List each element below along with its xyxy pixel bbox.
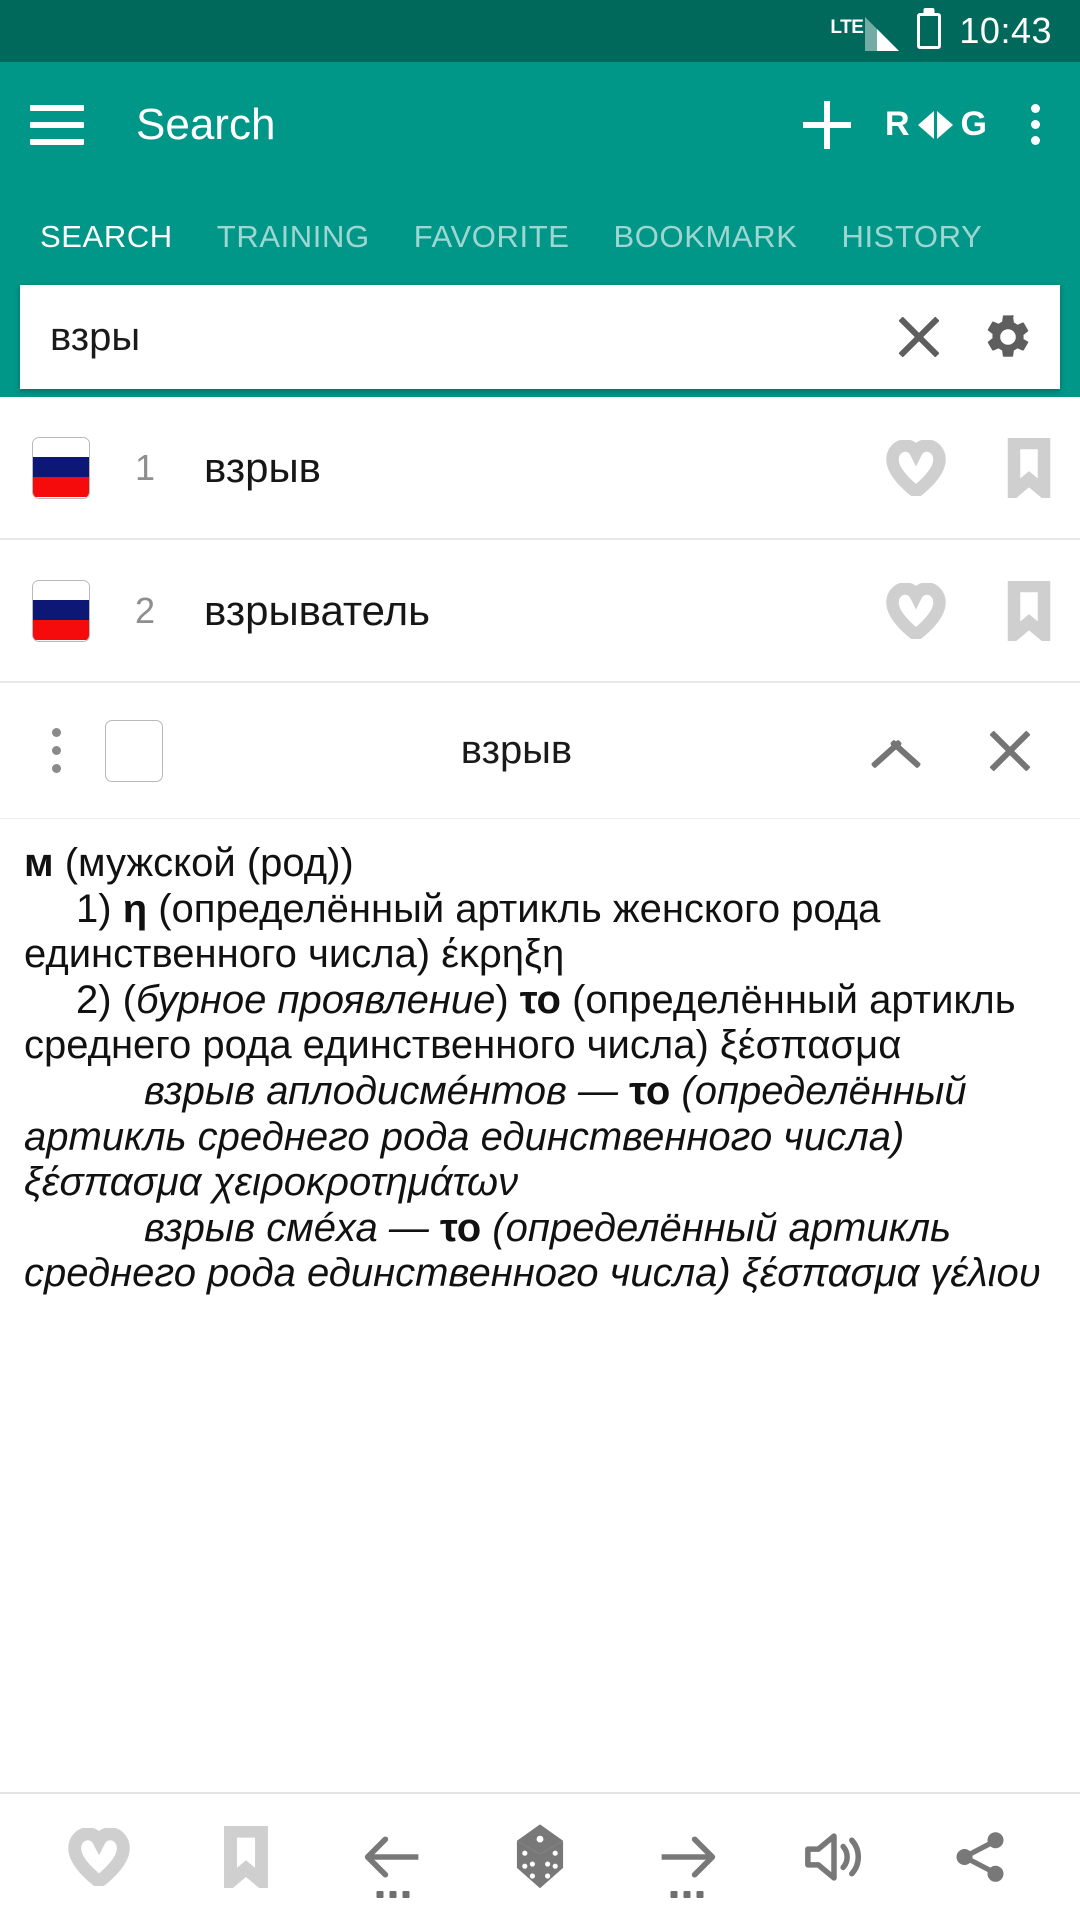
search-results-list: 1 взрыв 2 взрыватель bbox=[0, 397, 1080, 683]
sense-2-article: το bbox=[519, 977, 561, 1022]
plus-icon[interactable] bbox=[802, 100, 851, 149]
next-button[interactable] bbox=[632, 1802, 742, 1912]
clear-search-icon[interactable] bbox=[892, 310, 946, 364]
russia-flag-icon bbox=[105, 719, 163, 782]
arrow-right-icon bbox=[661, 1836, 715, 1878]
speaker-icon bbox=[804, 1833, 861, 1881]
heart-outline-icon[interactable] bbox=[886, 582, 946, 639]
table-row[interactable]: 2 взрыватель bbox=[0, 540, 1080, 683]
app-root: LTE ⚡ 10:43 Search R G SEARCH TRAINING F… bbox=[0, 0, 1080, 1920]
lang-to-label: G bbox=[960, 105, 987, 143]
share-button[interactable] bbox=[925, 1802, 1035, 1912]
detail-title: взрыв bbox=[460, 728, 573, 772]
bookmark-button[interactable] bbox=[191, 1802, 301, 1912]
vertical-dots-icon[interactable] bbox=[38, 722, 75, 779]
tab-bookmark[interactable]: BOOKMARK bbox=[592, 219, 820, 277]
heart-outline-icon[interactable] bbox=[886, 439, 946, 496]
bottom-toolbar bbox=[0, 1792, 1080, 1920]
close-icon[interactable] bbox=[984, 725, 1036, 777]
definition-body[interactable]: м (мужской (род)) 1) η (определённый арт… bbox=[0, 819, 1080, 1792]
arrow-left-icon bbox=[364, 1836, 419, 1878]
tab-search[interactable]: SEARCH bbox=[18, 219, 195, 277]
lang-from-label: R bbox=[884, 105, 910, 143]
overflow-menu-icon[interactable] bbox=[1021, 100, 1050, 149]
hamburger-menu-icon[interactable] bbox=[30, 104, 84, 145]
gear-icon[interactable] bbox=[982, 311, 1034, 363]
search-zone bbox=[0, 277, 1080, 397]
example-2-article: το bbox=[439, 1205, 482, 1250]
detail-header: взрыв bbox=[0, 683, 1080, 819]
tab-favorite[interactable]: FAVORITE bbox=[392, 219, 592, 277]
clock-label: 10:43 bbox=[959, 10, 1052, 51]
swap-direction-icon bbox=[917, 110, 953, 139]
network-type-label: LTE bbox=[830, 17, 864, 38]
row-index: 2 bbox=[134, 589, 156, 631]
row-word: взрыватель bbox=[204, 586, 431, 634]
definition-pos-line: м (мужской (род)) bbox=[24, 841, 1052, 887]
definition-sense-2: 2) (бурное проявление) το (определённый … bbox=[24, 978, 1052, 1069]
tab-bar: SEARCH TRAINING FAVORITE BOOKMARK HISTOR… bbox=[0, 187, 1080, 277]
bookmark-outline-icon bbox=[224, 1826, 269, 1888]
pos-expansion: (мужской (род)) bbox=[53, 841, 354, 885]
sense-2-gloss: бурное проявление bbox=[136, 977, 496, 1022]
chevron-up-icon[interactable] bbox=[870, 725, 922, 777]
table-row[interactable]: 1 взрыв bbox=[0, 397, 1080, 540]
example-2-phrase: взрыв смéха — bbox=[144, 1205, 440, 1250]
search-box bbox=[20, 285, 1060, 389]
sense-1-text: 1) bbox=[76, 886, 123, 931]
tab-training[interactable]: TRAINING bbox=[195, 219, 392, 277]
row-word: взрыв bbox=[204, 443, 321, 491]
bookmark-outline-icon[interactable] bbox=[1006, 580, 1052, 641]
app-bar: Search R G bbox=[0, 62, 1080, 187]
row-index: 1 bbox=[134, 446, 156, 488]
example-1-phrase: взрыв аплодисмéнтов — bbox=[144, 1068, 630, 1113]
dice-icon bbox=[516, 1824, 564, 1889]
more-dots-icon bbox=[670, 1891, 704, 1898]
tab-history[interactable]: HISTORY bbox=[819, 219, 1004, 277]
definition-example-1: взрыв аплодисмéнтов — το (определённый а… bbox=[24, 1069, 1052, 1206]
definition-example-2: взрыв смéха — το (определённый артикль с… bbox=[24, 1206, 1052, 1297]
share-icon bbox=[956, 1832, 1004, 1882]
russia-flag-icon bbox=[32, 579, 90, 642]
previous-button[interactable] bbox=[338, 1802, 448, 1912]
language-direction-switch[interactable]: R G bbox=[885, 105, 987, 144]
heart-outline-icon bbox=[68, 1828, 131, 1886]
battery-charging-icon: ⚡ bbox=[917, 13, 942, 49]
random-button[interactable] bbox=[485, 1802, 595, 1912]
russia-flag-icon bbox=[32, 436, 90, 499]
pos-abbrev: м bbox=[24, 841, 54, 885]
example-1-article: το bbox=[629, 1068, 671, 1113]
status-bar: LTE ⚡ 10:43 bbox=[0, 0, 1080, 62]
sense-2-close: ) bbox=[495, 977, 520, 1022]
search-input[interactable] bbox=[50, 314, 892, 360]
pronounce-button[interactable] bbox=[779, 1802, 889, 1912]
page-title: Search bbox=[136, 99, 276, 149]
signal-bars-icon: LTE bbox=[830, 11, 900, 51]
bookmark-outline-icon[interactable] bbox=[1006, 437, 1052, 498]
more-dots-icon bbox=[376, 1891, 410, 1898]
favorite-button[interactable] bbox=[44, 1802, 154, 1912]
app-bar-actions: R G bbox=[802, 100, 1050, 149]
definition-sense-1: 1) η (определённый артикль женского рода… bbox=[24, 886, 881, 977]
sense-2-open: 2) ( bbox=[76, 977, 136, 1022]
